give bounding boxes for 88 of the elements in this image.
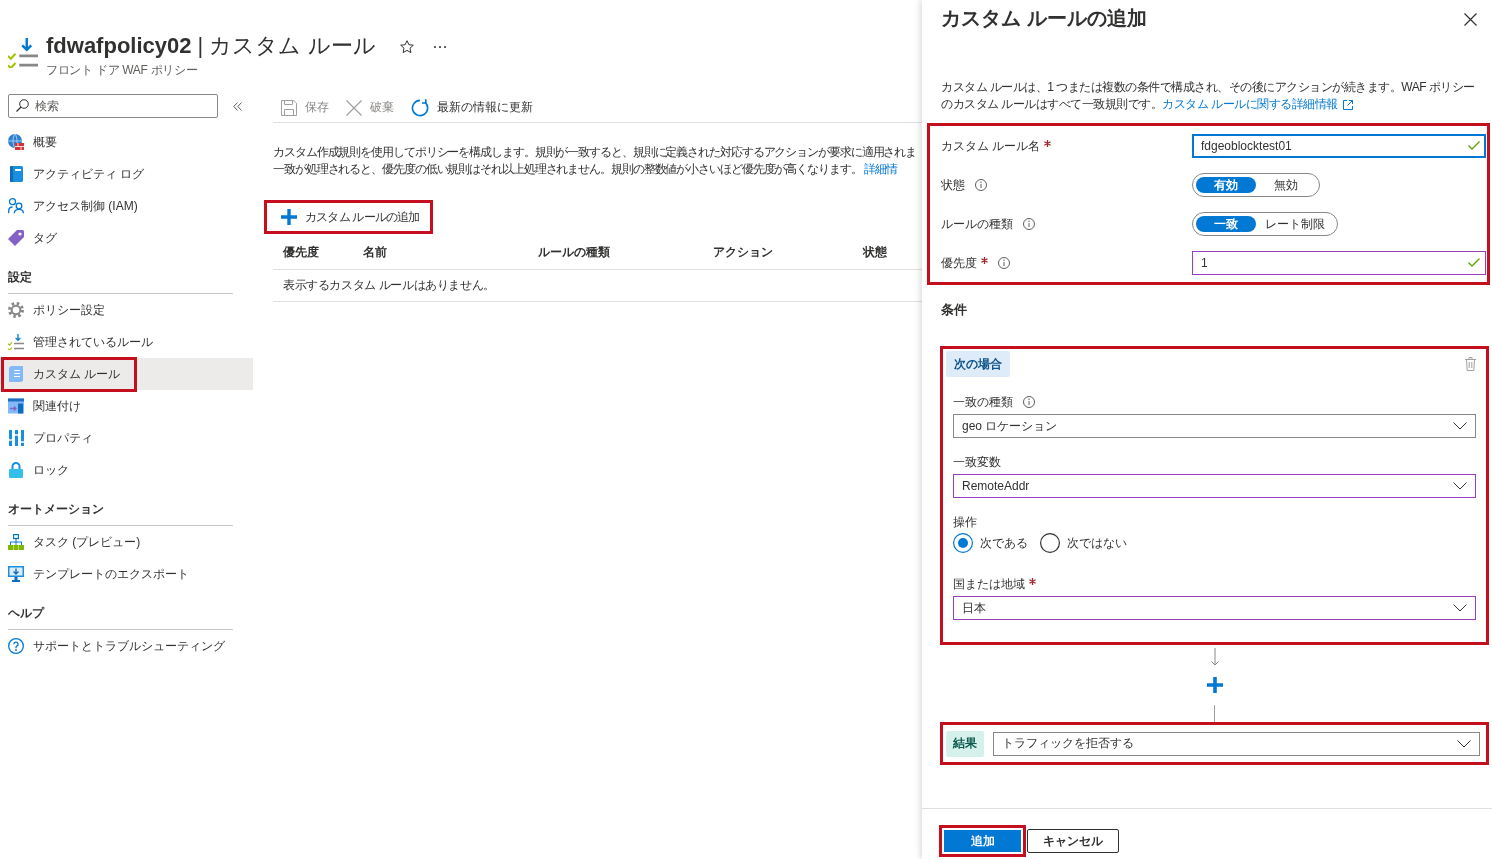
checklist-icon bbox=[8, 38, 38, 68]
lock-icon bbox=[9, 462, 23, 478]
field-label: 優先度 bbox=[941, 254, 977, 271]
toggle-option[interactable]: レート制限 bbox=[1256, 215, 1334, 232]
plus-icon bbox=[281, 209, 297, 225]
field-label: 一致変数 bbox=[953, 454, 1001, 470]
field-label: ルールの種類 bbox=[941, 215, 1013, 232]
save-icon bbox=[281, 99, 297, 116]
star-icon[interactable] bbox=[399, 40, 414, 54]
search-field[interactable]: 検索 bbox=[8, 94, 218, 118]
section-heading: ヘルプ bbox=[8, 590, 233, 630]
sidebar-item[interactable]: テンプレートのエクスポート bbox=[0, 558, 253, 590]
sidebar-item[interactable]: 関連付け bbox=[0, 390, 253, 422]
text-field[interactable]: 1 bbox=[1192, 250, 1486, 275]
search-icon bbox=[16, 99, 29, 112]
help-icon bbox=[8, 638, 24, 654]
sidebar-item[interactable]: タグ bbox=[0, 222, 253, 254]
column-header: アクション bbox=[713, 244, 774, 261]
chevron-down-icon bbox=[1457, 739, 1471, 748]
monitor-icon bbox=[8, 566, 24, 582]
globe-icon bbox=[8, 134, 24, 150]
column-header: 名前 bbox=[363, 244, 388, 261]
dropdown[interactable]: geo ロケーション bbox=[953, 414, 1476, 438]
external-link-icon bbox=[1342, 99, 1353, 110]
sidebar-item[interactable]: ポリシー設定 bbox=[0, 294, 253, 326]
document-icon bbox=[9, 366, 23, 382]
column-header: ルールの種類 bbox=[538, 244, 611, 261]
cancel-button[interactable]: キャンセル bbox=[1027, 829, 1119, 853]
page-subtitle: フロント ドア WAF ポリシー bbox=[46, 62, 199, 78]
panel-description: カスタム ルールは、1 つまたは複数の条件で構成され、その後にアクションが続きます。WAF ポリシーのカスタム ルールはすべて一致規則です。カスタム ルールに関する詳細情報 bbox=[941, 79, 1476, 113]
condition-badge: 次の場合 bbox=[946, 351, 1010, 377]
trash-icon[interactable] bbox=[1465, 357, 1476, 371]
result-badge: 結果 bbox=[946, 730, 984, 757]
plus-icon[interactable] bbox=[1206, 677, 1223, 693]
sidebar-item[interactable]: アクティビティ ログ bbox=[0, 158, 253, 190]
sidebar-item[interactable]: アクセス制御 (IAM) bbox=[0, 190, 253, 222]
checklist-icon bbox=[8, 334, 24, 350]
chevron-down-icon bbox=[1453, 482, 1467, 490]
column-header: 状態 bbox=[863, 244, 888, 261]
chevron-down-icon bbox=[1453, 604, 1467, 612]
sidebar-item[interactable]: ロック bbox=[0, 454, 253, 486]
gear-icon bbox=[8, 302, 24, 318]
dropdown[interactable]: 日本 bbox=[953, 596, 1476, 620]
sidebar-item[interactable]: プロパティ bbox=[0, 422, 253, 454]
column-header: 優先度 bbox=[283, 244, 320, 261]
text-field[interactable]: fdgeoblocktest01 bbox=[1192, 133, 1486, 158]
book-icon bbox=[9, 166, 23, 182]
people-icon bbox=[8, 198, 24, 214]
bars-icon bbox=[8, 430, 24, 446]
sidebar-item[interactable]: 概要 bbox=[0, 126, 253, 158]
section-heading: オートメーション bbox=[8, 486, 233, 526]
add-rule-button[interactable]: カスタム ルールの追加 bbox=[267, 203, 430, 231]
sidebar-item[interactable]: 管理されているルール bbox=[0, 326, 253, 358]
field-label: 状態 bbox=[941, 176, 965, 193]
cross-icon bbox=[346, 99, 362, 116]
hierarchy-icon bbox=[8, 534, 24, 550]
sidebar-item[interactable]: サポートとトラブルシューティング bbox=[0, 630, 253, 662]
double-chevron-icon[interactable] bbox=[233, 101, 242, 111]
radio-option[interactable]: 次ではない bbox=[1040, 533, 1127, 553]
refresh-button[interactable]: 最新の情報に更新 bbox=[411, 95, 533, 120]
empty-message: 表示するカスタム ルールはありません。 bbox=[283, 277, 495, 294]
chevron-down-icon bbox=[1453, 422, 1467, 430]
toggle-option[interactable]: 有効 bbox=[1196, 176, 1256, 193]
tag-icon bbox=[8, 230, 24, 246]
close-icon[interactable] bbox=[1464, 13, 1477, 26]
field-label: 国または地域 bbox=[953, 576, 1025, 592]
learn-more-link[interactable]: カスタム ルールに関する詳細情報 bbox=[1162, 96, 1353, 113]
field-label: カスタム ルール名 bbox=[941, 137, 1041, 154]
connector-arrow bbox=[1210, 648, 1219, 666]
panel-title: カスタム ルールの追加 bbox=[941, 6, 1147, 31]
section-heading: 設定 bbox=[8, 254, 233, 294]
field-label: 操作 bbox=[953, 514, 977, 530]
section-heading: 条件 bbox=[941, 301, 967, 319]
toggle-option[interactable]: 一致 bbox=[1196, 215, 1256, 232]
learn-more-link[interactable]: 詳細情 bbox=[863, 162, 897, 176]
connector-line bbox=[1214, 705, 1215, 722]
refresh-icon bbox=[411, 98, 429, 117]
dropdown[interactable]: RemoteAddr bbox=[953, 474, 1476, 498]
sidebar-item[interactable]: カスタム ルール bbox=[0, 358, 253, 390]
field-label: 一致の種類 bbox=[953, 394, 1013, 410]
toggle-option[interactable]: 無効 bbox=[1256, 176, 1316, 193]
submit-button[interactable]: 追加 bbox=[944, 830, 1021, 852]
radio-option[interactable]: 次である bbox=[953, 533, 1028, 553]
window-icon bbox=[8, 398, 24, 414]
sidebar-item[interactable]: タスク (プレビュー) bbox=[0, 526, 253, 558]
page-title: fdwafpolicy02 | カスタム ルール bbox=[46, 32, 376, 60]
dropdown[interactable]: トラフィックを拒否する bbox=[993, 731, 1480, 756]
description-text: カスタム作成規則を使用してポリシーを構成します。規則が一致すると、規則に定義された対応するアクションが要求に適用されま 一致が処理されると、優先度の低い規則はそれ以上処理されません。規則の整数値が小さいほど優先度が高くなります。 詳細情 bbox=[273, 144, 918, 178]
